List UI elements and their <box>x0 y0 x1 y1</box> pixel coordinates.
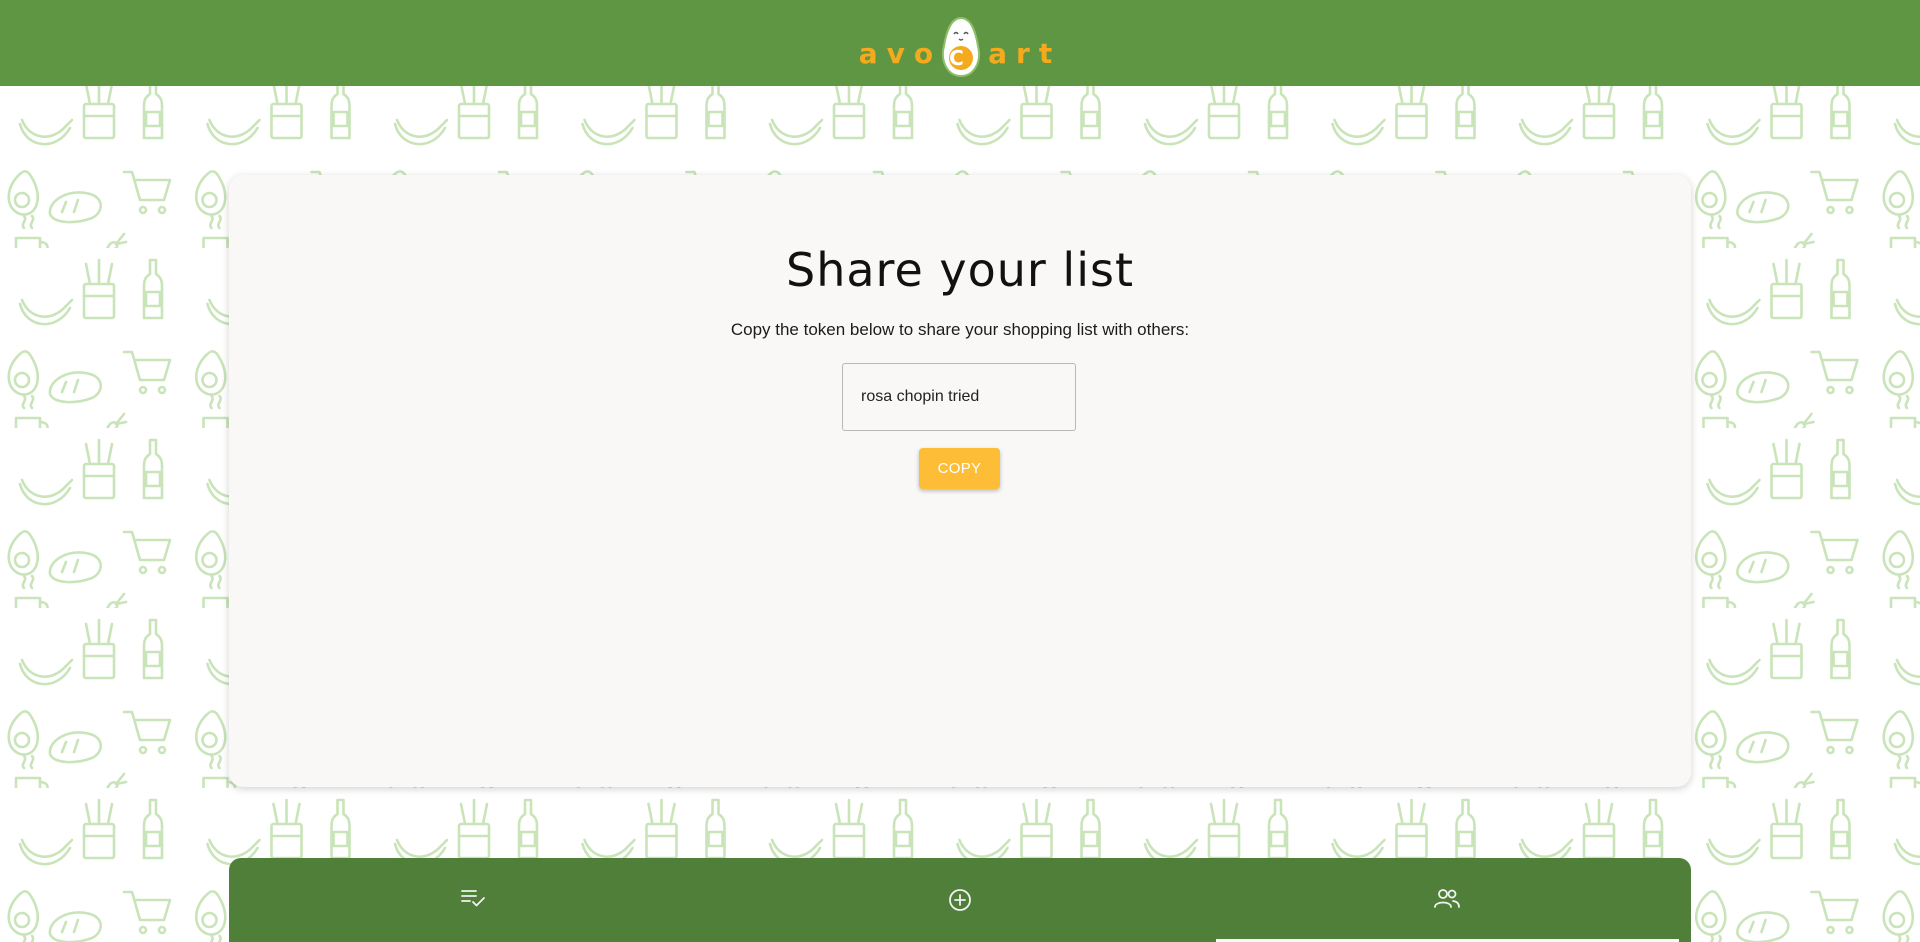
share-token-input[interactable] <box>842 363 1076 431</box>
avocart-logo[interactable]: avo C art <box>859 8 1061 78</box>
avocado-mascot-icon: C <box>938 16 984 78</box>
copy-button[interactable]: COPY <box>919 448 1000 489</box>
add-circle-icon <box>948 888 972 942</box>
app-header: avo C art <box>0 0 1920 86</box>
logo-text-right: art <box>988 37 1062 70</box>
logo-letter: C <box>949 46 973 70</box>
nav-item-shopping-list[interactable] <box>229 858 716 942</box>
nav-item-add[interactable] <box>716 858 1203 942</box>
nav-item-share[interactable] <box>1204 858 1691 942</box>
bottom-navigation <box>229 858 1691 942</box>
page-title: Share your list <box>786 243 1134 297</box>
share-list-card: Share your list Copy the token below to … <box>229 175 1691 787</box>
share-description: Copy the token below to share your shopp… <box>730 320 1190 339</box>
logo-text-left: avo <box>858 37 943 70</box>
people-icon <box>1434 888 1461 942</box>
list-check-icon <box>460 888 486 942</box>
